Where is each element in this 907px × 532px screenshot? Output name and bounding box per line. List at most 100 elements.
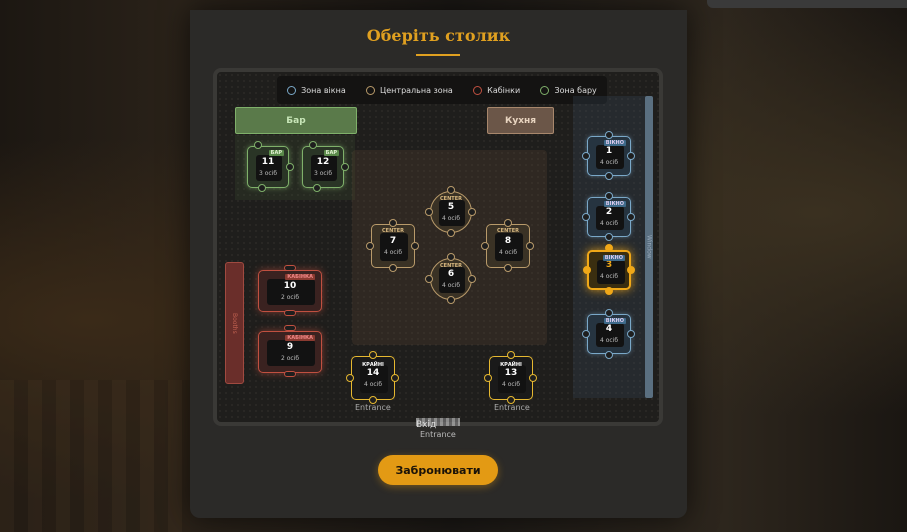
table-number: 8 — [504, 236, 512, 246]
table-9[interactable]: КАБІНКА 9 2 осіб — [258, 331, 322, 373]
table-number: 13 — [504, 368, 518, 378]
window-strip: Window — [645, 96, 653, 398]
seat — [341, 163, 349, 171]
table-number: 4 — [605, 324, 613, 334]
seat — [627, 213, 635, 221]
modal-title: Оберіть столик — [366, 26, 511, 45]
table-4[interactable]: ВІКНО 4 4 осіб — [587, 314, 631, 354]
seat — [529, 374, 537, 382]
seat — [425, 208, 433, 216]
table-10[interactable]: КАБІНКА 10 2 осіб — [258, 270, 322, 312]
entry-label: Вхід — [416, 420, 437, 430]
seat — [468, 208, 476, 216]
legend: Зона вікна Центральна зона Кабінки Зона … — [277, 76, 607, 104]
bar-counter: Бар — [235, 107, 357, 134]
table-tag: КАБІНКА — [285, 335, 315, 341]
entrance-label: Entrance — [355, 403, 391, 412]
table-capacity: 4 осіб — [599, 337, 619, 344]
seat — [286, 163, 294, 171]
table-capacity: 4 осіб — [599, 159, 619, 166]
table-capacity: 4 осіб — [441, 215, 461, 222]
table-tag: CENTER — [382, 228, 404, 234]
legend-label: Кабінки — [487, 85, 521, 95]
table-6[interactable]: CENTER 6 4 осіб — [430, 258, 472, 300]
table-number: 5 — [447, 202, 455, 212]
seat — [389, 264, 397, 272]
table-11[interactable]: БАР 11 3 осіб — [247, 146, 289, 188]
seat — [605, 309, 613, 317]
entry-sublabel: Entrance — [420, 430, 456, 439]
table-tag: БАР — [268, 150, 284, 156]
legend-item-center: Центральна зона — [366, 85, 453, 95]
table-tag: КРАЙНІ — [500, 362, 522, 368]
seat — [605, 244, 613, 252]
entrance-label: Entrance — [494, 403, 530, 412]
legend-item-bar: Зона бару — [540, 85, 597, 95]
seat — [507, 351, 515, 359]
table-7[interactable]: CENTER 7 4 осіб — [371, 224, 415, 268]
seat — [284, 310, 296, 316]
table-capacity: 4 осіб — [498, 249, 518, 256]
seat — [313, 184, 321, 192]
title-underline — [416, 54, 460, 56]
legend-dot — [540, 85, 550, 95]
seat — [447, 253, 455, 261]
table-number: 3 — [605, 260, 613, 270]
seat — [391, 374, 399, 382]
legend-dot — [287, 85, 297, 95]
table-tag: ВІКНО — [602, 255, 625, 261]
legend-item-booths: Кабінки — [473, 85, 521, 95]
table-number: 12 — [316, 157, 330, 167]
book-button[interactable]: Забронювати — [378, 455, 498, 485]
table-tag: БАР — [323, 150, 339, 156]
seat — [284, 265, 296, 271]
table-capacity: 4 осіб — [383, 249, 403, 256]
seat — [605, 233, 613, 241]
seat — [504, 219, 512, 227]
browser-bar — [707, 0, 907, 8]
seat — [447, 296, 455, 304]
table-number: 1 — [605, 146, 613, 156]
table-number: 2 — [605, 207, 613, 217]
seat — [481, 242, 489, 250]
seat — [605, 172, 613, 180]
seat — [582, 213, 590, 221]
seat — [605, 131, 613, 139]
table-number: 14 — [366, 368, 380, 378]
seat — [447, 229, 455, 237]
seat — [284, 325, 296, 331]
seat — [258, 184, 266, 192]
seat — [468, 275, 476, 283]
table-13[interactable]: КРАЙНІ 13 4 осіб — [489, 356, 533, 400]
table-capacity: 4 осіб — [501, 381, 521, 388]
table-capacity: 4 осіб — [599, 220, 619, 227]
legend-item-window: Зона вікна — [287, 85, 346, 95]
seat — [389, 219, 397, 227]
table-capacity: 2 осіб — [280, 294, 300, 301]
table-3-selected[interactable]: ВІКНО 3 4 осіб — [587, 250, 631, 290]
seat — [526, 242, 534, 250]
seat — [346, 374, 354, 382]
table-tag: ВІКНО — [603, 318, 626, 324]
table-8[interactable]: CENTER 8 4 осіб — [486, 224, 530, 268]
table-1[interactable]: ВІКНО 1 4 осіб — [587, 136, 631, 176]
seat — [583, 266, 591, 274]
seat — [411, 242, 419, 250]
booth-strip: Booths — [225, 262, 244, 384]
seat — [504, 264, 512, 272]
table-number: 7 — [389, 236, 397, 246]
seat — [582, 330, 590, 338]
seat — [254, 141, 262, 149]
seat — [627, 266, 635, 274]
seat — [605, 287, 613, 295]
table-2[interactable]: ВІКНО 2 4 осіб — [587, 197, 631, 237]
seat — [366, 242, 374, 250]
table-capacity: 4 осіб — [441, 282, 461, 289]
table-tag: CENTER — [497, 228, 519, 234]
table-capacity: 4 осіб — [363, 381, 383, 388]
table-5[interactable]: CENTER 5 4 осіб — [430, 191, 472, 233]
table-12[interactable]: БАР 12 3 осіб — [302, 146, 344, 188]
seat — [284, 371, 296, 377]
seat — [484, 374, 492, 382]
table-14[interactable]: КРАЙНІ 14 4 осіб — [351, 356, 395, 400]
